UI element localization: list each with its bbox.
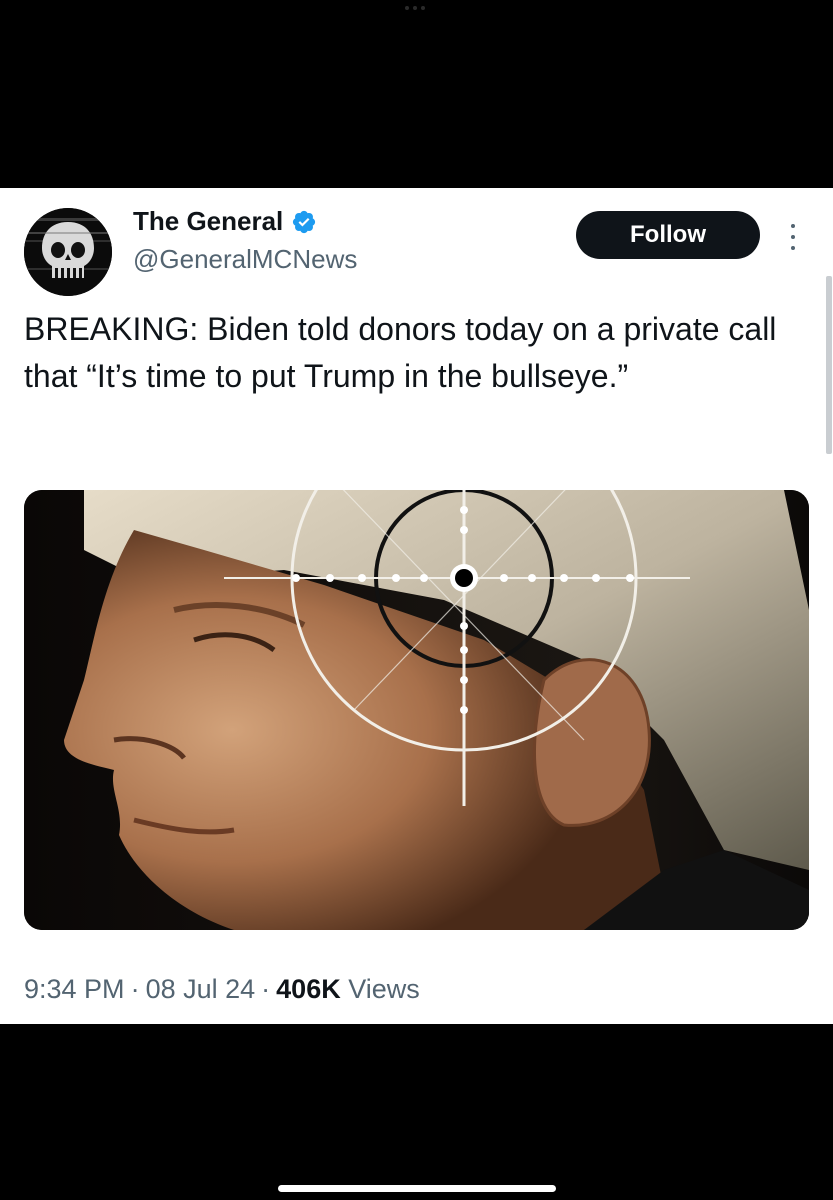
meta-separator: ·: [130, 974, 140, 1004]
skull-avatar-icon: [24, 208, 112, 296]
author-name-row[interactable]: The General: [133, 206, 317, 237]
tweet-media-photo[interactable]: [24, 490, 809, 930]
scroll-indicator: [826, 276, 832, 454]
meta-separator: ·: [261, 974, 271, 1004]
tweet-time[interactable]: 9:34 PM: [24, 974, 125, 1004]
author-handle[interactable]: @GeneralMCNews: [133, 244, 357, 275]
avatar[interactable]: [24, 208, 112, 296]
views-label: Views: [348, 974, 420, 1004]
home-indicator[interactable]: [278, 1185, 556, 1192]
top-dots: [405, 6, 429, 10]
views-count: 406K: [276, 974, 341, 1004]
verified-badge-icon: [293, 210, 316, 233]
tweet-meta: 9:34 PM · 08 Jul 24 · 406K Views: [24, 974, 420, 1005]
tweet-date[interactable]: 08 Jul 24: [146, 974, 256, 1004]
target-overlay-photo: [24, 490, 809, 930]
tweet-text: BREAKING: Biden told donors today on a p…: [24, 311, 777, 394]
author-display-name[interactable]: The General: [133, 206, 283, 237]
tweet-card: The General @GeneralMCNews Follow BREAKI…: [0, 188, 833, 1024]
follow-button[interactable]: Follow: [576, 211, 760, 259]
more-options-icon[interactable]: [786, 224, 800, 250]
